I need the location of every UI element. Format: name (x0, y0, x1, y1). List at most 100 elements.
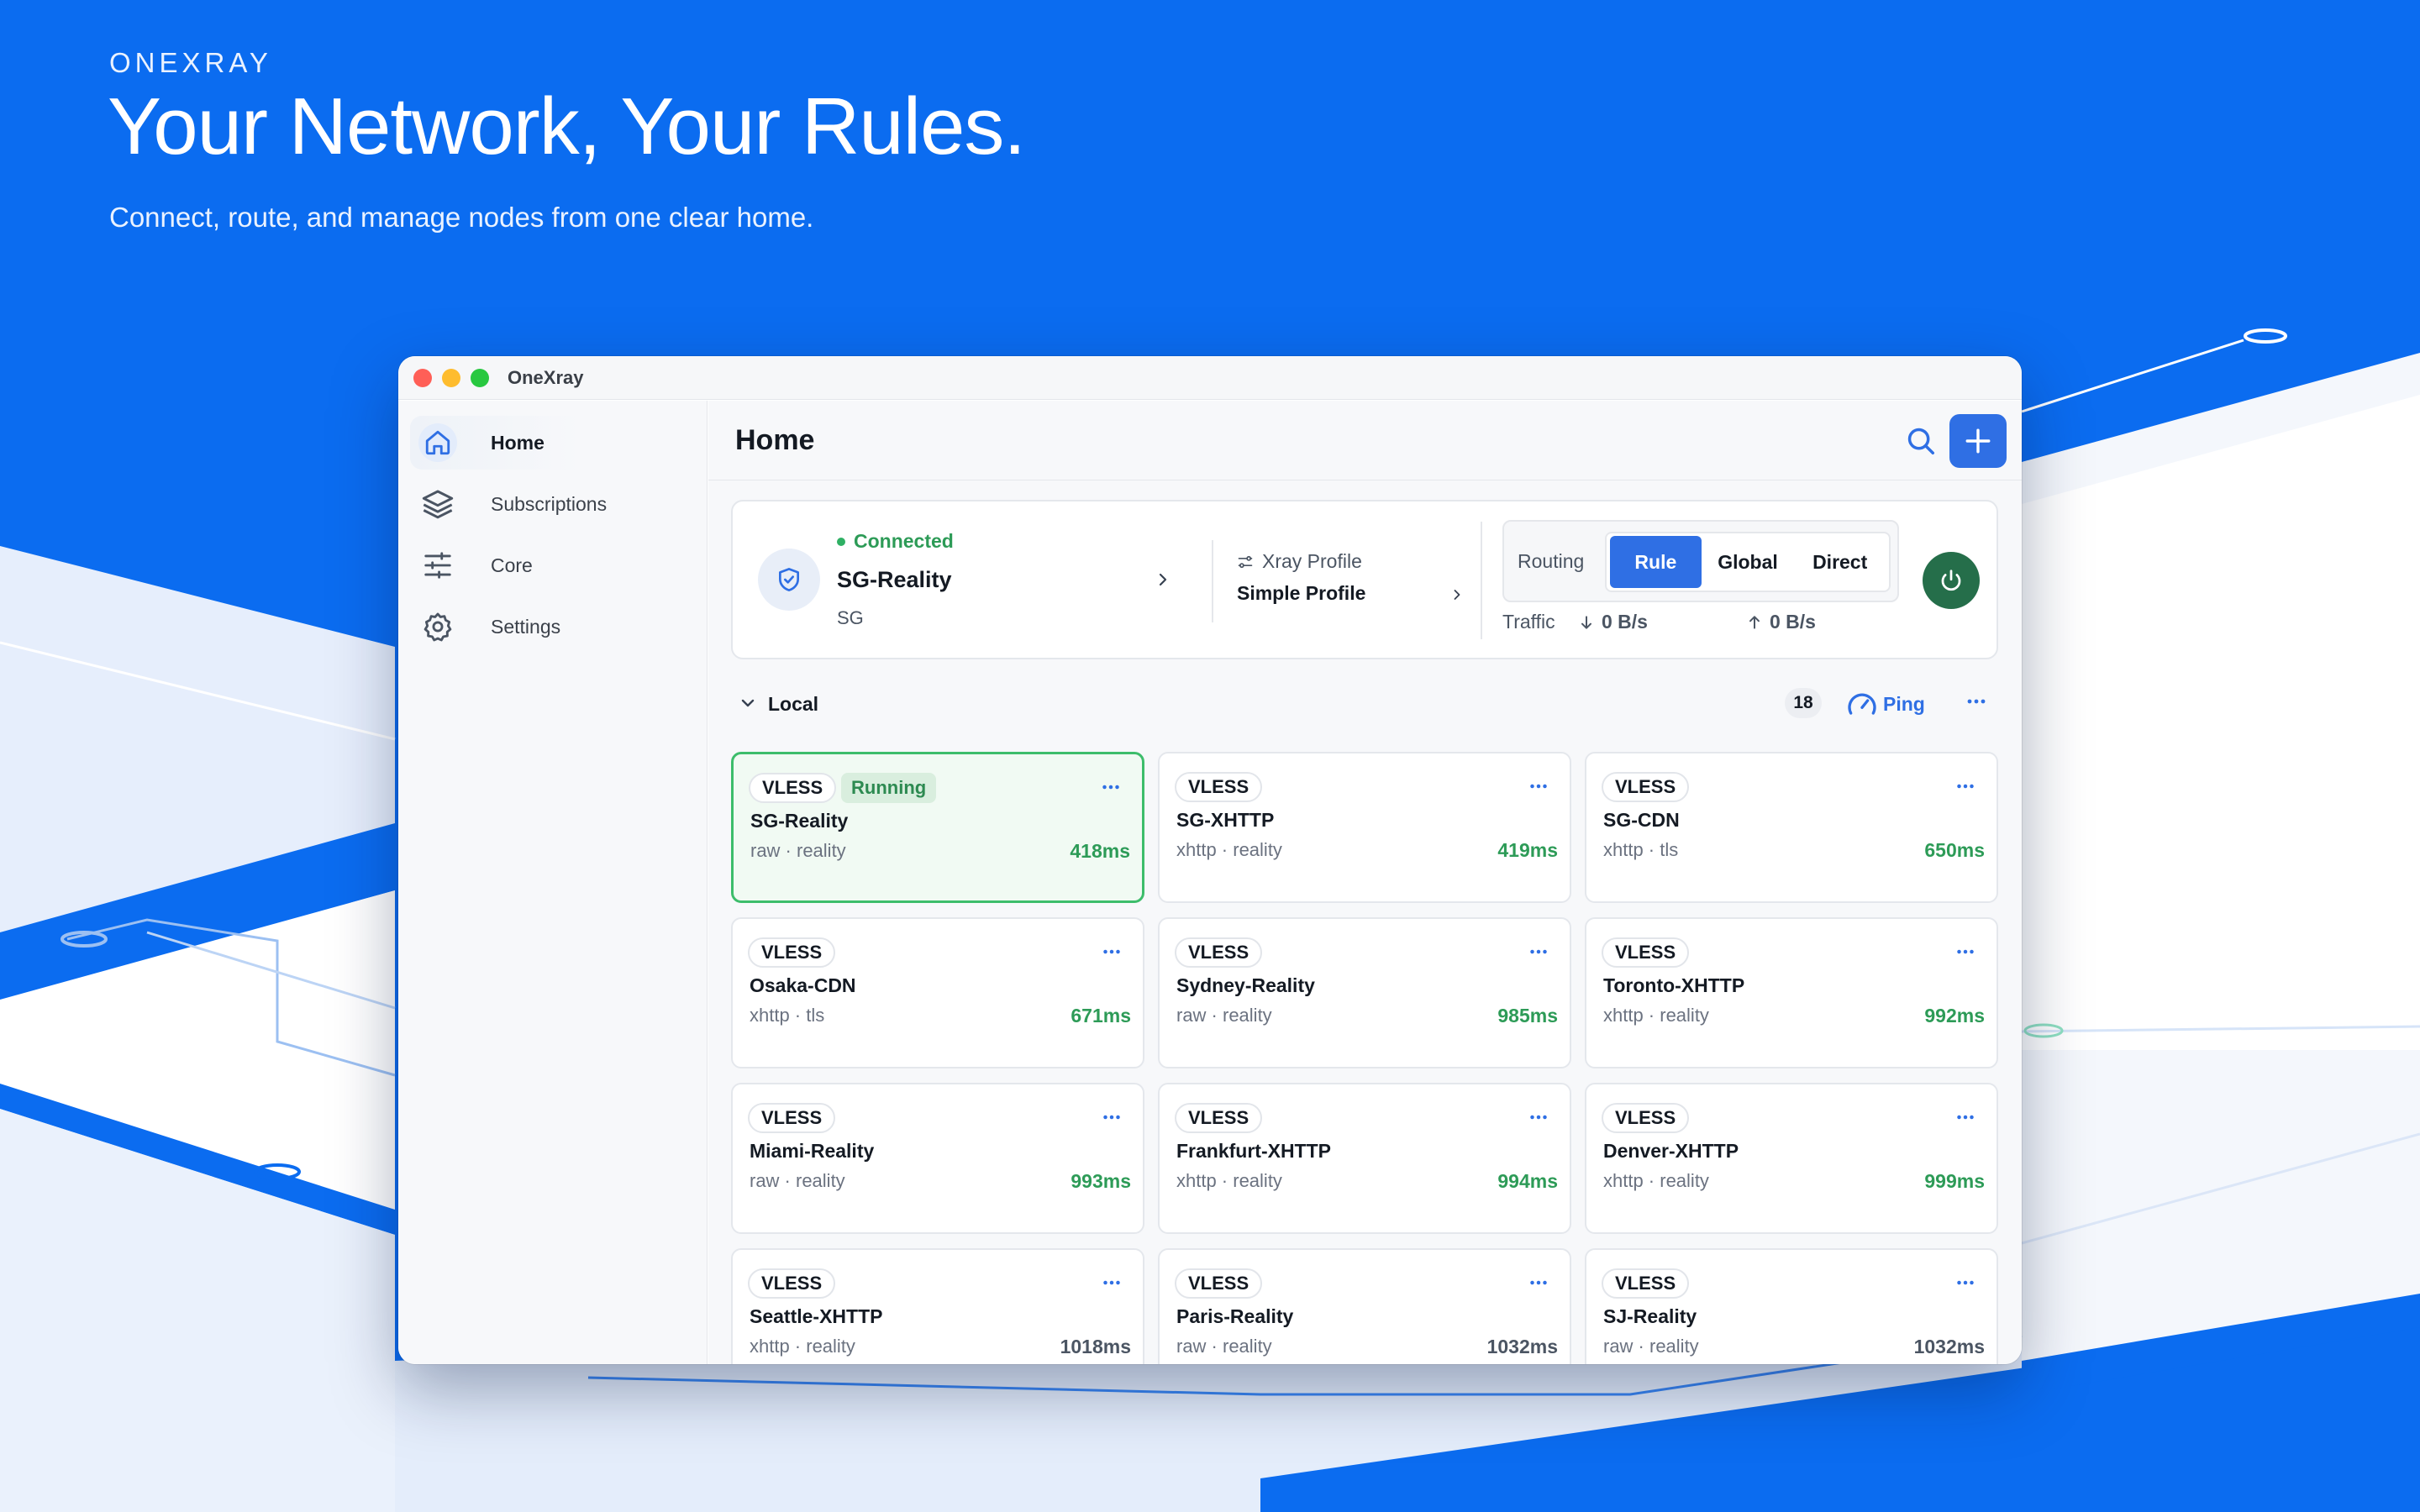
page-title: Home (735, 423, 815, 456)
divider (1212, 540, 1213, 622)
more-options-icon[interactable] (1953, 1105, 1978, 1134)
node-name: Sydney-Reality (1176, 974, 1315, 996)
node-transport: raw · reality (1603, 1336, 1699, 1357)
node-card[interactable]: VLESS Paris-Reality raw · reality 1032ms (1158, 1248, 1571, 1364)
node-transport: raw · reality (750, 840, 846, 861)
node-card[interactable]: VLESS SJ-Reality raw · reality 1032ms (1585, 1248, 1998, 1364)
node-transport: raw · reality (750, 1170, 845, 1191)
node-grid: VLESS Running SG-Reality raw · reality 418ms… (731, 752, 1998, 1364)
divider (1481, 522, 1482, 639)
node-card[interactable]: VLESS Seattle-XHTTP xhttp · reality 1018ms (731, 1248, 1144, 1364)
app-window: OneXray Home Subscriptions Core Settings (398, 356, 2022, 1364)
routing-option-global[interactable]: Global (1702, 536, 1795, 588)
more-options-icon[interactable] (1953, 939, 1978, 969)
node-latency: 1032ms (1486, 1336, 1558, 1357)
ping-button[interactable]: Ping (1883, 693, 1925, 716)
chevron-right-icon[interactable] (1449, 584, 1465, 610)
node-latency: 1032ms (1913, 1336, 1985, 1357)
sidebar-item-settings[interactable]: Settings (410, 600, 695, 654)
node-transport: xhttp · reality (1176, 1170, 1282, 1191)
connection-status: Connected (837, 530, 954, 553)
power-icon (1941, 570, 1961, 591)
protocol-badge: VLESS (1602, 1103, 1690, 1133)
add-button[interactable] (1949, 414, 2007, 468)
sidebar-item-label: Subscriptions (491, 492, 608, 515)
search-icon (1907, 428, 1934, 454)
more-options-icon[interactable] (1526, 1270, 1551, 1299)
more-options-icon[interactable] (1526, 1105, 1551, 1134)
sidebar-item-core[interactable]: Core (410, 538, 695, 592)
group-name[interactable]: Local (768, 693, 818, 716)
more-options-icon[interactable] (1099, 939, 1124, 969)
node-card[interactable]: VLESS Sydney-Reality raw · reality 985ms (1158, 917, 1571, 1068)
hero-brand: ONEXRAY (109, 47, 272, 78)
sidebar-item-subscriptions[interactable]: Subscriptions (410, 477, 695, 531)
node-latency: 650ms (1924, 839, 1985, 861)
arrow-down-icon (1581, 615, 1591, 629)
routing-label: Routing (1518, 550, 1585, 572)
more-options-icon[interactable] (1526, 774, 1551, 803)
protocol-badge: VLESS (749, 773, 837, 803)
connection-node-name[interactable]: SG-Reality (837, 567, 952, 593)
title-bar: OneXray (398, 356, 2022, 400)
node-latency: 419ms (1497, 839, 1558, 861)
node-name: Toronto-XHTTP (1603, 974, 1745, 996)
home-icon (418, 423, 457, 462)
node-transport: xhttp · tls (1603, 839, 1679, 860)
speedometer-icon[interactable] (1845, 688, 1879, 726)
node-card[interactable]: VLESS Osaka-CDN xhttp · tls 671ms (731, 917, 1144, 1068)
node-card[interactable]: VLESS Miami-Reality raw · reality 993ms (731, 1083, 1144, 1234)
connection-status-label: Connected (854, 530, 954, 552)
traffic-down-value: 0 B/s (1602, 611, 1648, 633)
node-card[interactable]: VLESS Toronto-XHTTP xhttp · reality 992ms (1585, 917, 1998, 1068)
minimize-window-button[interactable] (442, 368, 460, 387)
node-latency: 992ms (1924, 1005, 1985, 1026)
node-card[interactable]: VLESS Denver-XHTTP xhttp · reality 999ms (1585, 1083, 1998, 1234)
chevron-right-icon[interactable] (1153, 567, 1173, 596)
routing-option-rule[interactable]: Rule (1610, 536, 1702, 588)
more-options-icon[interactable] (1526, 939, 1551, 969)
window-title: OneXray (508, 366, 584, 388)
node-name: SG-Reality (750, 810, 849, 832)
close-window-button[interactable] (413, 368, 432, 387)
xray-profile-value[interactable]: Simple Profile (1237, 582, 1365, 605)
routing-segmented-control: Rule Global Direct (1605, 532, 1891, 592)
search-button[interactable] (1902, 423, 1939, 459)
sidebar-item-home[interactable]: Home (410, 416, 695, 470)
chevron-down-icon[interactable] (738, 693, 758, 717)
node-transport: xhttp · reality (1603, 1005, 1709, 1026)
profile-settings-icon (1238, 555, 1253, 568)
node-latency: 999ms (1924, 1170, 1985, 1192)
node-card[interactable]: VLESS Frankfurt-XHTTP xhttp · reality 994ms (1158, 1083, 1571, 1234)
routing-option-direct[interactable]: Direct (1794, 536, 1886, 588)
node-card[interactable]: VLESS Running SG-Reality raw · reality 418ms (731, 752, 1144, 903)
node-name: Paris-Reality (1176, 1305, 1294, 1327)
protocol-badge: VLESS (1175, 1103, 1263, 1133)
node-name: Miami-Reality (750, 1140, 875, 1162)
node-transport: xhttp · tls (750, 1005, 825, 1026)
zoom-window-button[interactable] (471, 368, 489, 387)
arrow-up-icon (1749, 615, 1760, 629)
xray-profile-label: Xray Profile (1237, 550, 1362, 573)
traffic-up: 0 B/s (1746, 611, 1816, 633)
more-options-icon[interactable] (1099, 1105, 1124, 1134)
protocol-badge: VLESS (748, 1103, 836, 1133)
more-options-icon[interactable] (1963, 688, 1990, 719)
protocol-badge: VLESS (1602, 937, 1690, 968)
traffic-label: Traffic (1502, 611, 1555, 633)
main-header: Home (708, 401, 2022, 480)
node-latency: 993ms (1071, 1170, 1131, 1192)
node-latency: 418ms (1070, 840, 1130, 862)
sidebar-item-label: Settings (491, 615, 561, 638)
more-options-icon[interactable] (1099, 1270, 1124, 1299)
more-options-icon[interactable] (1953, 1270, 1978, 1299)
more-options-icon[interactable] (1953, 774, 1978, 803)
node-card[interactable]: VLESS SG-XHTTP xhttp · reality 419ms (1158, 752, 1571, 903)
more-options-icon[interactable] (1098, 774, 1123, 804)
protocol-badge: VLESS (748, 937, 836, 968)
group-header: Local 18 Ping (731, 685, 1998, 723)
traffic-up-value: 0 B/s (1770, 611, 1816, 633)
node-card[interactable]: VLESS SG-CDN xhttp · tls 650ms (1585, 752, 1998, 903)
power-button[interactable] (1923, 552, 1980, 609)
node-latency: 985ms (1497, 1005, 1558, 1026)
